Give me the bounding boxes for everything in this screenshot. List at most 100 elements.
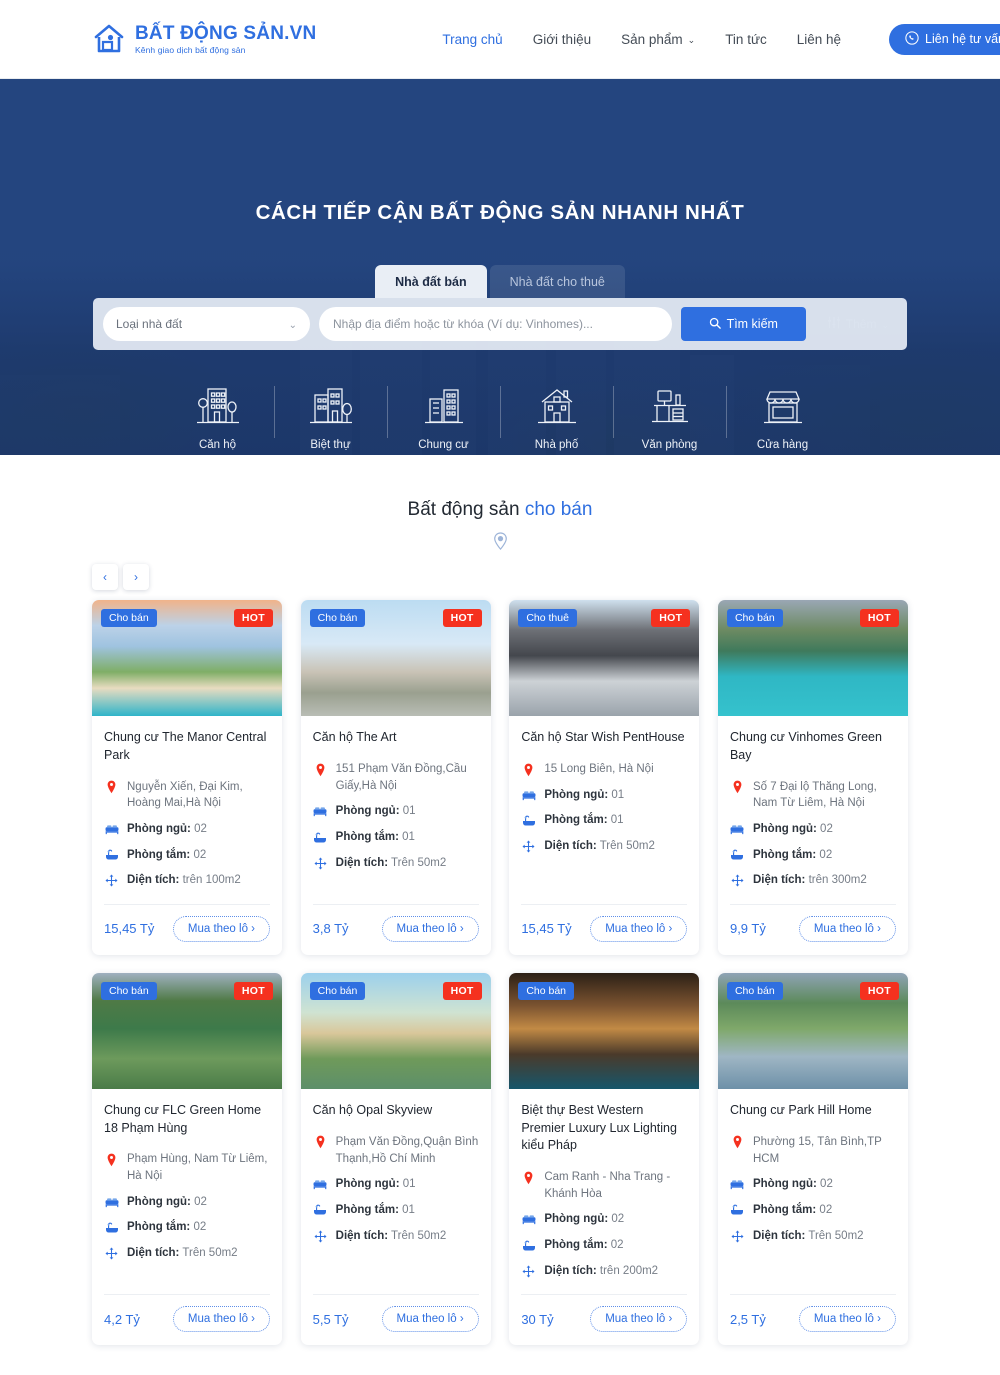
property-bathrooms-row: Phòng tắm: 01 [521, 812, 687, 829]
property-card[interactable]: Cho bán HOT Chung cư Vinhomes Green Bay … [717, 600, 908, 955]
property-bathrooms-row: Phòng tắm: 02 [730, 1202, 896, 1219]
property-card[interactable]: Cho bán HOT Chung cư FLC Green Home 18 P… [92, 972, 282, 1346]
property-bedrooms-row: Phòng ngủ: 01 [313, 803, 479, 820]
buy-lot-button[interactable]: Mua theo lô › [381, 1306, 479, 1333]
property-bedrooms-row: Phòng ngủ: 02 [104, 821, 270, 838]
property-card-body: Chung cư Vinhomes Green Bay Số 7 Đại lộ … [718, 716, 908, 898]
buy-lot-button[interactable]: Mua theo lô › [590, 915, 688, 942]
status-badge: Cho bán [309, 609, 366, 627]
category-label: Nhà phố [534, 439, 579, 451]
nav-item-trang-chu[interactable]: Trang chủ [442, 32, 502, 47]
buy-lot-button[interactable]: Mua theo lô › [798, 915, 896, 942]
property-bathrooms-row: Phòng tắm: 02 [521, 1237, 687, 1254]
bedrooms-label: Phòng ngủ: [544, 1213, 609, 1226]
property-price: 9,9 Tỷ [729, 921, 766, 937]
chevron-down-icon: ⌄ [881, 319, 889, 330]
property-price: 4,2 Tỷ [104, 1311, 140, 1327]
property-card[interactable]: Cho bán HOT Chung cư The Manor Central P… [92, 600, 282, 955]
property-title: Căn hộ Star Wish PentHouse [521, 730, 685, 744]
filter-sliders-icon [827, 316, 841, 332]
nav-item-gioi-thieu[interactable]: Giới thiệu [533, 32, 591, 47]
bath-icon [313, 830, 328, 845]
carousel-controls: ‹ › [92, 564, 1000, 590]
property-area-row: Diện tích: Trên 50m2 [313, 855, 479, 872]
map-pin-icon [104, 780, 119, 795]
tab-nha-dat-cho-thue[interactable]: Nhà đất cho thuê [489, 265, 625, 298]
map-pin-icon [730, 780, 745, 795]
bedrooms-label: Phòng ngủ: [335, 1178, 400, 1191]
property-address-row: Cam Ranh - Nha Trang - Khánh Hòa [521, 1169, 687, 1202]
phone-icon [905, 30, 919, 48]
property-card-media: Cho bán [509, 972, 700, 1089]
property-card[interactable]: Cho bán HOT Căn hộ The Art 151 Phạm Văn … [300, 600, 491, 955]
nav-item-lien-he[interactable]: Liên hệ [797, 32, 841, 47]
property-specs: Cam Ranh - Nha Trang - Khánh Hòa Phòng n… [521, 1169, 687, 1288]
bath-icon [730, 848, 745, 863]
search-icon [709, 317, 721, 332]
site-logo[interactable]: BẤT ĐỘNG SẢN.VN Kênh giao dịch bất động … [92, 22, 316, 56]
nav-item-san-pham[interactable]: Sản phẩm ⌄ [621, 32, 695, 47]
area-icon [104, 1246, 119, 1261]
bathrooms-value: 01 [402, 831, 415, 844]
property-card[interactable]: Cho thuê HOT Căn hộ Star Wish PentHouse … [509, 600, 700, 955]
hot-badge: HOT [651, 609, 691, 627]
bedrooms-label: Phòng ngủ: [752, 822, 817, 835]
tab-nha-dat-ban[interactable]: Nhà đất bán [375, 265, 487, 298]
buy-lot-button[interactable]: Mua theo lô › [381, 915, 479, 942]
property-area-row: Diện tích: trên 200m2 [521, 1263, 687, 1280]
property-card-media: Cho bán HOT [300, 972, 491, 1089]
property-specs: 15 Long Biên, Hà Nội Phòng ngủ: 01 Phòng… [521, 761, 687, 898]
bedrooms-value: 01 [402, 805, 416, 818]
carousel-next-button[interactable]: › [123, 564, 149, 590]
area-value: Trên 50m2 [391, 856, 447, 869]
category-biet-thu[interactable]: Biệt thự [274, 382, 387, 451]
property-address: Phường 15, Tân Bình,TP HCM [752, 1135, 882, 1165]
buy-lot-button[interactable]: Mua theo lô › [798, 1306, 896, 1333]
area-label: Diện tích: [127, 1247, 180, 1260]
category-label: Văn phòng [641, 439, 698, 451]
category-chung-cu[interactable]: Chung cư [387, 382, 500, 451]
property-bedrooms-row: Phòng ngủ: 02 [104, 1194, 270, 1211]
more-filters-button[interactable]: Thêm ⌄ [815, 316, 897, 332]
bed-icon [730, 822, 745, 837]
area-icon [521, 1264, 536, 1279]
status-badge: Cho bán [101, 609, 157, 627]
property-address-row: Phạm Văn Đồng,Quận Bình Thạnh,Hồ Chí Min… [313, 1134, 479, 1167]
category-nha-pho[interactable]: Nhà phố [500, 382, 613, 451]
townhouse-icon [500, 382, 613, 430]
category-van-phong[interactable]: Văn phòng [613, 382, 726, 451]
search-button[interactable]: Tìm kiếm [680, 307, 806, 341]
property-card-grid: Cho bán HOT Chung cư The Manor Central P… [92, 600, 908, 1346]
contact-consult-button[interactable]: Liên hệ tư vấn [889, 23, 1000, 55]
property-price: 30 Tỷ [521, 1311, 554, 1327]
category-shortcuts: Căn hộ Biệt thự Chung cư Nhà phố Văn phò… [0, 382, 1000, 451]
property-address-row: Phường 15, Tân Bình,TP HCM [730, 1134, 896, 1167]
buy-lot-button[interactable]: Mua theo lô › [590, 1306, 688, 1333]
category-can-ho[interactable]: Căn hộ [161, 382, 274, 451]
bedrooms-label: Phòng ngủ: [127, 1195, 191, 1208]
buy-lot-button[interactable]: Mua theo lô › [172, 1306, 270, 1333]
property-address: 151 Phạm Văn Đồng,Cầu Giấy,Hà Nội [335, 763, 467, 792]
property-area-row: Diện tích: trên 100m2 [104, 872, 270, 889]
property-specs: Phường 15, Tân Bình,TP HCM Phòng ngủ: 02… [730, 1134, 896, 1289]
property-card-body: Căn hộ The Art 151 Phạm Văn Đồng,Cầu Giấ… [301, 716, 491, 898]
property-card[interactable]: Cho bán Biệt thự Best Western Premier Lu… [509, 972, 700, 1346]
buy-lot-button[interactable]: Mua theo lô › [172, 915, 270, 942]
bath-icon [521, 1238, 536, 1253]
property-bedrooms-row: Phòng ngủ: 02 [521, 1211, 687, 1228]
property-bathrooms-row: Phòng tắm: 01 [313, 829, 479, 846]
bed-icon [521, 1212, 536, 1227]
property-type-select[interactable]: Loại nhà đất ⌄ [103, 307, 310, 341]
area-value: Trên 50m2 [599, 840, 655, 853]
search-input[interactable] [333, 317, 658, 331]
bath-icon [521, 813, 536, 828]
property-card[interactable]: Cho bán HOT Căn hộ Opal Skyview Phạm Văn… [300, 972, 491, 1346]
carousel-prev-button[interactable]: ‹ [92, 564, 118, 590]
apartment-block-icon [161, 382, 274, 430]
category-cua-hang[interactable]: Cửa hàng [726, 382, 839, 451]
nav-item-tin-tuc[interactable]: Tin tức [725, 32, 767, 47]
bathrooms-label: Phòng tắm: [335, 831, 399, 844]
property-card[interactable]: Cho bán HOT Chung cư Park Hill Home Phườ… [717, 972, 908, 1346]
property-price: 5,5 Tỷ [312, 1311, 349, 1327]
property-title: Căn hộ The Art [312, 730, 397, 744]
